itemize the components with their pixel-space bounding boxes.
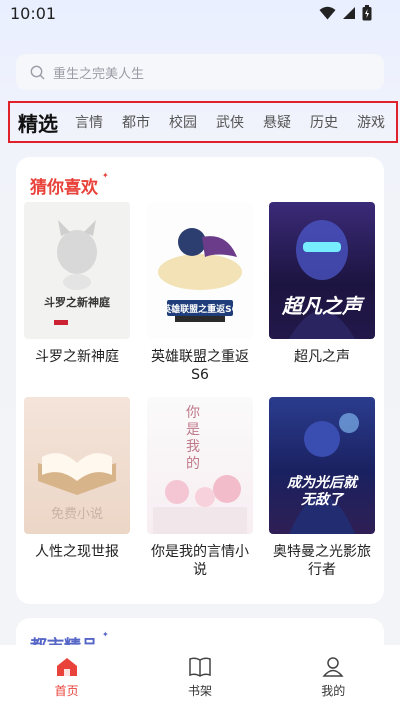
tab-wuxia[interactable]: 武侠 bbox=[216, 112, 244, 132]
book-title[interactable]: 人性之现世报 bbox=[24, 543, 130, 561]
signal-icon bbox=[343, 7, 355, 19]
book-item[interactable]: 英雄联盟之重返S6 英雄联盟之重返S6 bbox=[147, 202, 253, 384]
anime-illustration bbox=[158, 228, 242, 322]
cover-title: 你是我的 bbox=[186, 405, 200, 472]
book-item[interactable]: 你是我的 你是我的言情小说 bbox=[147, 397, 253, 579]
book-cover[interactable]: 超凡之声 bbox=[269, 202, 375, 339]
recommend-title: 猜你喜欢 bbox=[30, 178, 98, 198]
book-cover[interactable]: 你是我的 bbox=[147, 397, 253, 534]
book-cover[interactable]: 英雄联盟之重返S6 bbox=[147, 202, 253, 339]
book-icon bbox=[189, 657, 211, 677]
sparkle-icon: ✦ bbox=[102, 630, 109, 639]
home-icon bbox=[56, 658, 77, 676]
status-time: 10:01 bbox=[10, 4, 57, 23]
tab-urban[interactable]: 都市 bbox=[122, 112, 150, 132]
battery-icon bbox=[362, 5, 372, 21]
nav-home[interactable]: 首页 bbox=[27, 657, 107, 699]
book-title[interactable]: 英雄联盟之重返S6 bbox=[147, 348, 253, 384]
book-item[interactable]: 免费小说 人性之现世报 bbox=[24, 397, 130, 561]
tab-games[interactable]: 游戏 bbox=[357, 112, 385, 132]
status-icons bbox=[319, 5, 372, 21]
tab-featured[interactable]: 精选 bbox=[18, 108, 58, 137]
user-icon bbox=[322, 657, 344, 677]
nav-mine[interactable]: 我的 bbox=[293, 657, 373, 699]
cover-title: 英雄联盟之重返S6 bbox=[162, 305, 238, 315]
tab-romance[interactable]: 言情 bbox=[75, 112, 103, 132]
book-cover[interactable]: 成为光后就无敌了 bbox=[269, 397, 375, 534]
nav-bookshelf-label: 书架 bbox=[187, 684, 212, 698]
tab-history[interactable]: 历史 bbox=[310, 112, 338, 132]
wifi-icon bbox=[319, 6, 336, 20]
book-title[interactable]: 斗罗之新神庭 bbox=[24, 348, 130, 366]
book-title[interactable]: 超凡之声 bbox=[269, 348, 375, 366]
search-icon bbox=[30, 65, 45, 79]
anime-hero-illustration bbox=[289, 413, 359, 534]
cover-title: 斗罗之新神庭 bbox=[44, 296, 110, 309]
cover-title: 成为光后就无敌了 bbox=[287, 475, 357, 508]
sparkle-icon: ✦ bbox=[102, 171, 109, 180]
book-title[interactable]: 你是我的言情小说 bbox=[147, 543, 253, 579]
nav-home-label: 首页 bbox=[54, 684, 79, 698]
nav-mine-label: 我的 bbox=[321, 684, 346, 698]
book-item[interactable]: 超凡之声 超凡之声 bbox=[269, 202, 375, 366]
book-cover[interactable]: 斗罗之新神庭 bbox=[24, 202, 130, 339]
tab-campus[interactable]: 校园 bbox=[169, 112, 197, 132]
book-item[interactable]: 成为光后就无敌了 奥特曼之光影旅行者 bbox=[269, 397, 375, 579]
bottom-nav: 首页 书架 我的 bbox=[0, 645, 400, 711]
tab-mystery[interactable]: 悬疑 bbox=[263, 112, 291, 132]
category-tabs: 精选 言情 都市 校园 武侠 悬疑 历史 游戏 bbox=[8, 101, 398, 143]
book-item[interactable]: 斗罗之新神庭 斗罗之新神庭 bbox=[24, 202, 130, 366]
search-placeholder: 重生之完美人生 bbox=[53, 66, 145, 82]
book-title[interactable]: 奥特曼之光影旅行者 bbox=[269, 543, 375, 579]
nav-bookshelf[interactable]: 书架 bbox=[160, 657, 240, 699]
search-input[interactable]: 重生之完美人生 bbox=[16, 54, 384, 90]
cat-illustration bbox=[54, 220, 97, 325]
cover-title: 超凡之声 bbox=[282, 294, 362, 318]
cover-title: 免费小说 bbox=[50, 507, 103, 522]
book-cover[interactable]: 免费小说 bbox=[24, 397, 130, 534]
recommend-section: 猜你喜欢 ✦ 斗罗之新神庭 斗罗之新神庭 英雄联盟之重返S6 英雄联盟之重返S6… bbox=[16, 157, 384, 604]
status-bar: 10:01 bbox=[0, 0, 400, 28]
